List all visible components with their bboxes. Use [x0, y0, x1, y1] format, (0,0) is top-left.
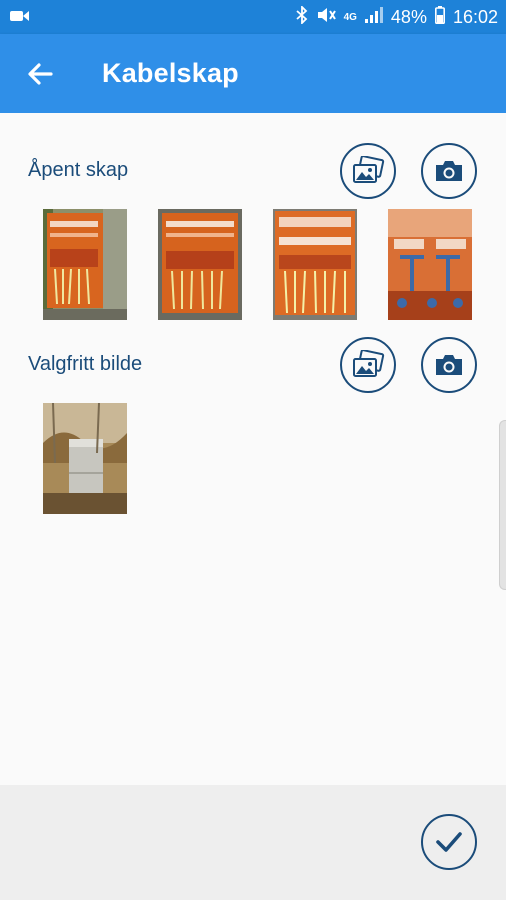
battery-percent: 48%	[390, 6, 427, 27]
photo-thumbnail[interactable]	[158, 209, 242, 320]
mute-icon	[316, 6, 336, 29]
photo-thumbnail[interactable]	[273, 209, 357, 320]
cabinet-photo	[43, 209, 127, 320]
section-title-optional-photo: Valgfritt bilde	[28, 353, 143, 375]
cabinet-exterior-photo	[43, 403, 127, 514]
page-title: Kabelskap	[102, 58, 239, 88]
gallery-button-optional-photo[interactable]	[340, 337, 396, 393]
section-title-open-cabinet: Åpent skap	[28, 159, 129, 181]
back-button[interactable]	[22, 56, 58, 92]
arrow-left-icon	[28, 63, 53, 85]
content-area: Åpent skap Valgfritt bilde	[0, 113, 506, 785]
network-type-label: 4G	[343, 11, 357, 23]
checkmark-icon	[436, 832, 462, 852]
battery-icon	[434, 5, 445, 29]
video-camera-icon	[10, 9, 30, 28]
cabinet-photo	[388, 209, 472, 320]
camera-button-open-cabinet[interactable]	[421, 143, 477, 199]
camera-icon	[436, 355, 462, 375]
status-bar: 4G 48% 16:02	[0, 0, 506, 34]
gallery-icon	[353, 350, 385, 377]
photo-thumbnail[interactable]	[43, 403, 127, 514]
scroll-indicator[interactable]	[499, 420, 506, 590]
gallery-button-open-cabinet[interactable]	[340, 143, 396, 199]
clock: 16:02	[452, 6, 498, 27]
gallery-icon	[353, 156, 385, 183]
app-bar: Kabelskap	[0, 34, 506, 113]
photo-thumbnail[interactable]	[43, 209, 127, 320]
bottom-bar	[0, 785, 506, 900]
camera-button-optional-photo[interactable]	[421, 337, 477, 393]
camera-icon	[436, 161, 462, 181]
signal-icon	[364, 6, 383, 28]
confirm-button[interactable]	[421, 814, 477, 870]
photo-thumbnail[interactable]	[388, 209, 472, 320]
cabinet-photo	[273, 209, 357, 320]
bluetooth-icon	[295, 4, 308, 29]
cabinet-photo	[158, 209, 242, 320]
